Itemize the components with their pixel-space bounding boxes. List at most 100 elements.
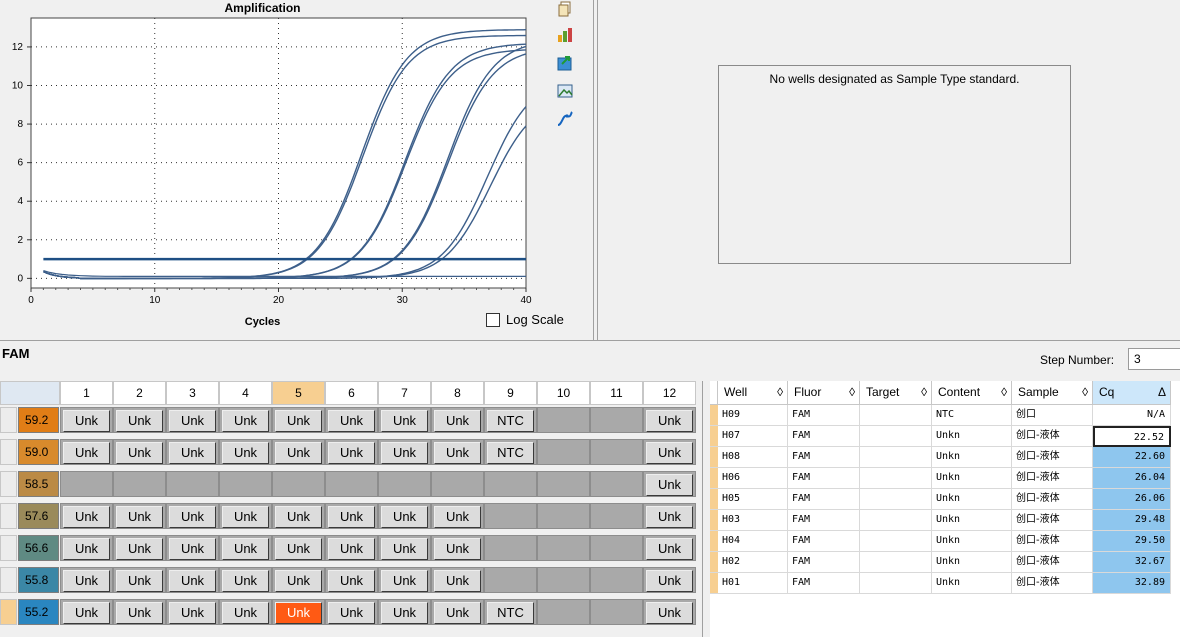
row-selector[interactable] (710, 510, 718, 531)
plate-well-empty[interactable] (537, 407, 590, 433)
plate-well[interactable]: NTC (484, 599, 537, 625)
curve-icon[interactable] (556, 110, 574, 128)
plate-row-header[interactable] (0, 471, 17, 497)
well-content-label[interactable]: Unk (434, 570, 481, 592)
row-selector[interactable] (710, 426, 718, 447)
cell-well[interactable]: H04 (718, 531, 788, 552)
cell-well[interactable]: H09 (718, 405, 788, 426)
plate-well[interactable]: Unk (60, 599, 113, 625)
well-content-label[interactable]: Unk (169, 506, 216, 528)
well-content-label[interactable]: Unk (381, 570, 428, 592)
plate-well[interactable]: Unk (643, 439, 696, 465)
cell-fluor[interactable]: FAM (788, 489, 860, 510)
plate-well[interactable]: Unk (166, 599, 219, 625)
cell-sample[interactable]: 创口-液体 (1012, 447, 1093, 468)
well-content-label[interactable]: Unk (116, 538, 163, 560)
copy-icon[interactable] (556, 0, 574, 18)
plate-well-empty[interactable] (590, 503, 643, 529)
step-number-select[interactable]: 3 (1128, 348, 1180, 370)
plate-well[interactable]: Unk (431, 567, 484, 593)
well-content-label[interactable]: Unk (222, 602, 269, 624)
plate-well-empty[interactable] (484, 503, 537, 529)
plate-well[interactable]: Unk (272, 407, 325, 433)
cell-cq[interactable]: N/A (1093, 405, 1171, 426)
plate-well-empty[interactable] (537, 439, 590, 465)
well-content-label[interactable]: Unk (646, 506, 693, 528)
plate-well-empty[interactable] (537, 471, 590, 497)
plate-well[interactable]: Unk (113, 407, 166, 433)
plate-well[interactable]: Unk (643, 599, 696, 625)
plate-well[interactable]: NTC (484, 407, 537, 433)
plate-well-empty[interactable] (590, 567, 643, 593)
image-icon[interactable] (556, 82, 574, 100)
cell-fluor[interactable]: FAM (788, 573, 860, 594)
plate-row-header[interactable] (0, 535, 17, 561)
plate-well[interactable]: Unk (378, 407, 431, 433)
plate-well[interactable]: Unk (113, 439, 166, 465)
plate-well[interactable]: Unk (378, 599, 431, 625)
cell-sample[interactable]: 创口-液体 (1012, 552, 1093, 573)
cell-content[interactable]: Unkn (932, 468, 1012, 489)
cell-fluor[interactable]: FAM (788, 405, 860, 426)
plate-row-header[interactable] (0, 439, 17, 465)
plate-column-header[interactable]: 12 (643, 381, 696, 405)
cell-content[interactable]: Unkn (932, 573, 1012, 594)
plate-well[interactable]: Unk (60, 535, 113, 561)
cell-well[interactable]: H02 (718, 552, 788, 573)
well-content-label[interactable]: Unk (116, 602, 163, 624)
cell-target[interactable] (860, 510, 932, 531)
plate-well-empty[interactable] (378, 471, 431, 497)
well-content-label[interactable]: Unk (275, 602, 322, 624)
cell-fluor[interactable]: FAM (788, 426, 860, 447)
row-selector[interactable] (710, 531, 718, 552)
plate-well[interactable]: Unk (166, 439, 219, 465)
well-content-label[interactable]: NTC (487, 602, 534, 624)
well-content-label[interactable]: Unk (646, 410, 693, 432)
plate-well-empty[interactable] (431, 471, 484, 497)
plate-table-splitter[interactable] (702, 381, 710, 637)
plate-well[interactable]: Unk (113, 535, 166, 561)
plate-well-empty[interactable] (484, 535, 537, 561)
cell-cq[interactable]: 26.06 (1093, 489, 1171, 510)
cell-content[interactable]: Unkn (932, 531, 1012, 552)
well-content-label[interactable]: Unk (275, 506, 322, 528)
column-header-target[interactable]: Target ◊ (860, 381, 932, 405)
cell-content[interactable]: Unkn (932, 426, 1012, 447)
cell-target[interactable] (860, 573, 932, 594)
plate-column-header[interactable]: 1 (60, 381, 113, 405)
well-content-label[interactable]: Unk (169, 442, 216, 464)
table-row[interactable]: H05 FAM Unkn 创口-液体 26.06 (710, 489, 1180, 510)
sort-icon[interactable]: ◊ (1001, 381, 1007, 403)
table-row[interactable]: H06 FAM Unkn 创口-液体 26.04 (710, 468, 1180, 489)
plate-well[interactable]: Unk (431, 599, 484, 625)
column-header-fluor[interactable]: Fluor ◊ (788, 381, 860, 405)
plate-well[interactable]: Unk (431, 439, 484, 465)
plate-well[interactable]: Unk (166, 535, 219, 561)
table-row[interactable]: H02 FAM Unkn 创口-液体 32.67 (710, 552, 1180, 573)
log-scale-checkbox[interactable] (486, 312, 500, 327)
well-content-label[interactable]: Unk (434, 506, 481, 528)
plate-well-empty[interactable] (484, 567, 537, 593)
cell-content[interactable]: Unkn (932, 510, 1012, 531)
well-content-label[interactable]: Unk (116, 506, 163, 528)
cell-fluor[interactable]: FAM (788, 468, 860, 489)
well-content-label[interactable]: Unk (328, 410, 375, 432)
plate-column-header[interactable]: 4 (219, 381, 272, 405)
cell-sample[interactable]: 创口-液体 (1012, 573, 1093, 594)
well-content-label[interactable]: Unk (222, 506, 269, 528)
well-content-label[interactable]: Unk (646, 538, 693, 560)
well-content-label[interactable]: Unk (169, 602, 216, 624)
well-content-label[interactable]: Unk (328, 442, 375, 464)
cell-fluor[interactable]: FAM (788, 552, 860, 573)
well-content-label[interactable]: Unk (222, 538, 269, 560)
well-content-label[interactable]: Unk (646, 474, 693, 496)
cell-well[interactable]: H01 (718, 573, 788, 594)
plate-well[interactable]: Unk (272, 503, 325, 529)
sort-icon[interactable]: ◊ (849, 381, 855, 403)
row-selector[interactable] (710, 573, 718, 594)
plate-well-empty[interactable] (590, 535, 643, 561)
cell-cq[interactable]: 29.50 (1093, 531, 1171, 552)
well-content-label[interactable]: NTC (487, 410, 534, 432)
plate-well-empty[interactable] (590, 599, 643, 625)
well-content-label[interactable]: NTC (487, 442, 534, 464)
